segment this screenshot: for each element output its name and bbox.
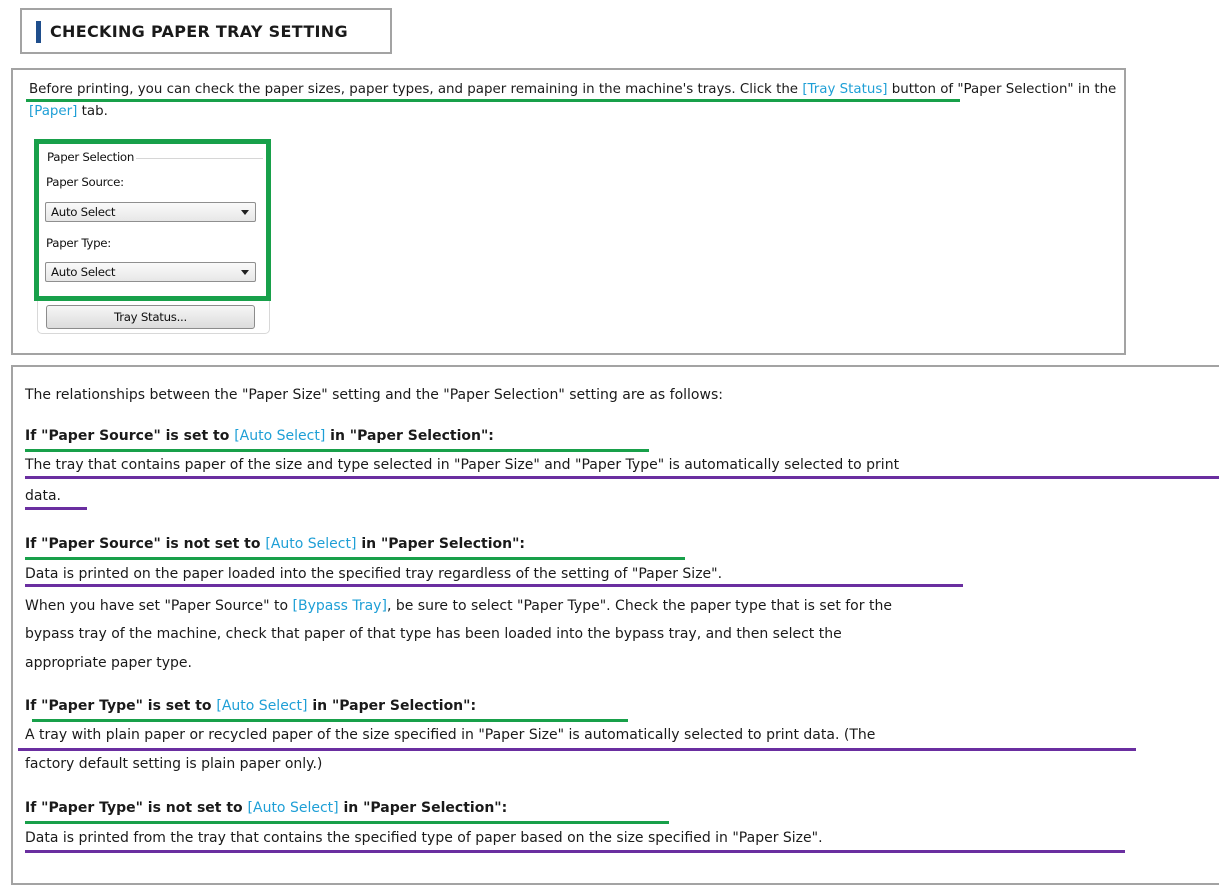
green-underline-intro bbox=[26, 99, 960, 102]
heading-text: If "Paper Source" is not set to bbox=[25, 536, 266, 552]
auto-select-link[interactable]: [Auto Select] bbox=[234, 428, 325, 444]
auto-select-link[interactable]: [Auto Select] bbox=[216, 698, 307, 714]
case-text: The tray that contains paper of the size… bbox=[25, 457, 900, 473]
case-heading: If "Paper Source" is set to [Auto Select… bbox=[25, 428, 494, 444]
heading-text: If "Paper Type" is not set to bbox=[25, 800, 248, 816]
title-accent-bar bbox=[36, 21, 41, 43]
green-underline bbox=[25, 449, 649, 452]
case-text: data. bbox=[25, 488, 61, 504]
section-title-box: CHECKING PAPER TRAY SETTING bbox=[20, 8, 392, 54]
case-text-part: When you have set "Paper Source" to bbox=[25, 598, 293, 614]
heading-text: in "Paper Selection": bbox=[325, 428, 494, 444]
case-text-part: , be sure to select "Paper Type". Check … bbox=[386, 598, 892, 614]
heading-text: in "Paper Selection": bbox=[356, 536, 526, 552]
case-text: A tray with plain paper or recycled pape… bbox=[25, 727, 876, 743]
purple-underline bbox=[25, 476, 1219, 479]
green-underline bbox=[25, 821, 669, 824]
auto-select-link[interactable]: [Auto Select] bbox=[265, 536, 356, 552]
case-heading: If "Paper Source" is not set to [Auto Se… bbox=[25, 536, 525, 552]
green-underline bbox=[25, 557, 685, 560]
tray-status-button[interactable]: Tray Status... bbox=[46, 305, 255, 329]
page-title: CHECKING PAPER TRAY SETTING bbox=[50, 22, 348, 41]
intro-text-2: button of "Paper Selection" in the bbox=[887, 82, 1117, 97]
case-text: Data is printed from the tray that conta… bbox=[25, 830, 823, 846]
purple-underline bbox=[25, 507, 87, 510]
heading-text: If "Paper Source" is set to bbox=[25, 428, 235, 444]
heading-text: If "Paper Type" is set to bbox=[25, 698, 217, 714]
case-heading: If "Paper Type" is set to [Auto Select] … bbox=[25, 698, 476, 714]
purple-underline bbox=[25, 850, 1125, 853]
intro-text-1: Before printing, you can check the paper… bbox=[29, 82, 803, 97]
bypass-tray-link[interactable]: [Bypass Tray] bbox=[293, 598, 387, 614]
tray-status-link[interactable]: [Tray Status] bbox=[802, 82, 887, 97]
case-text: bypass tray of the machine, check that p… bbox=[25, 626, 842, 642]
case-text: When you have set "Paper Source" to [Byp… bbox=[25, 594, 892, 619]
purple-underline bbox=[25, 584, 963, 587]
intro-text-3: tab. bbox=[77, 104, 108, 119]
heading-text: in "Paper Selection": bbox=[307, 698, 477, 714]
purple-underline bbox=[18, 748, 1136, 751]
paper-tab-link[interactable]: [Paper] bbox=[29, 104, 77, 119]
case-heading: If "Paper Type" is not set to [Auto Sele… bbox=[25, 800, 507, 816]
green-underline bbox=[32, 719, 628, 722]
case-text: appropriate paper type. bbox=[25, 655, 192, 671]
relationship-intro: The relationships between the "Paper Siz… bbox=[25, 387, 723, 403]
green-highlight-box bbox=[34, 139, 271, 301]
case-text: factory default setting is plain paper o… bbox=[25, 756, 323, 772]
heading-text: in "Paper Selection": bbox=[338, 800, 508, 816]
auto-select-link[interactable]: [Auto Select] bbox=[248, 800, 339, 816]
